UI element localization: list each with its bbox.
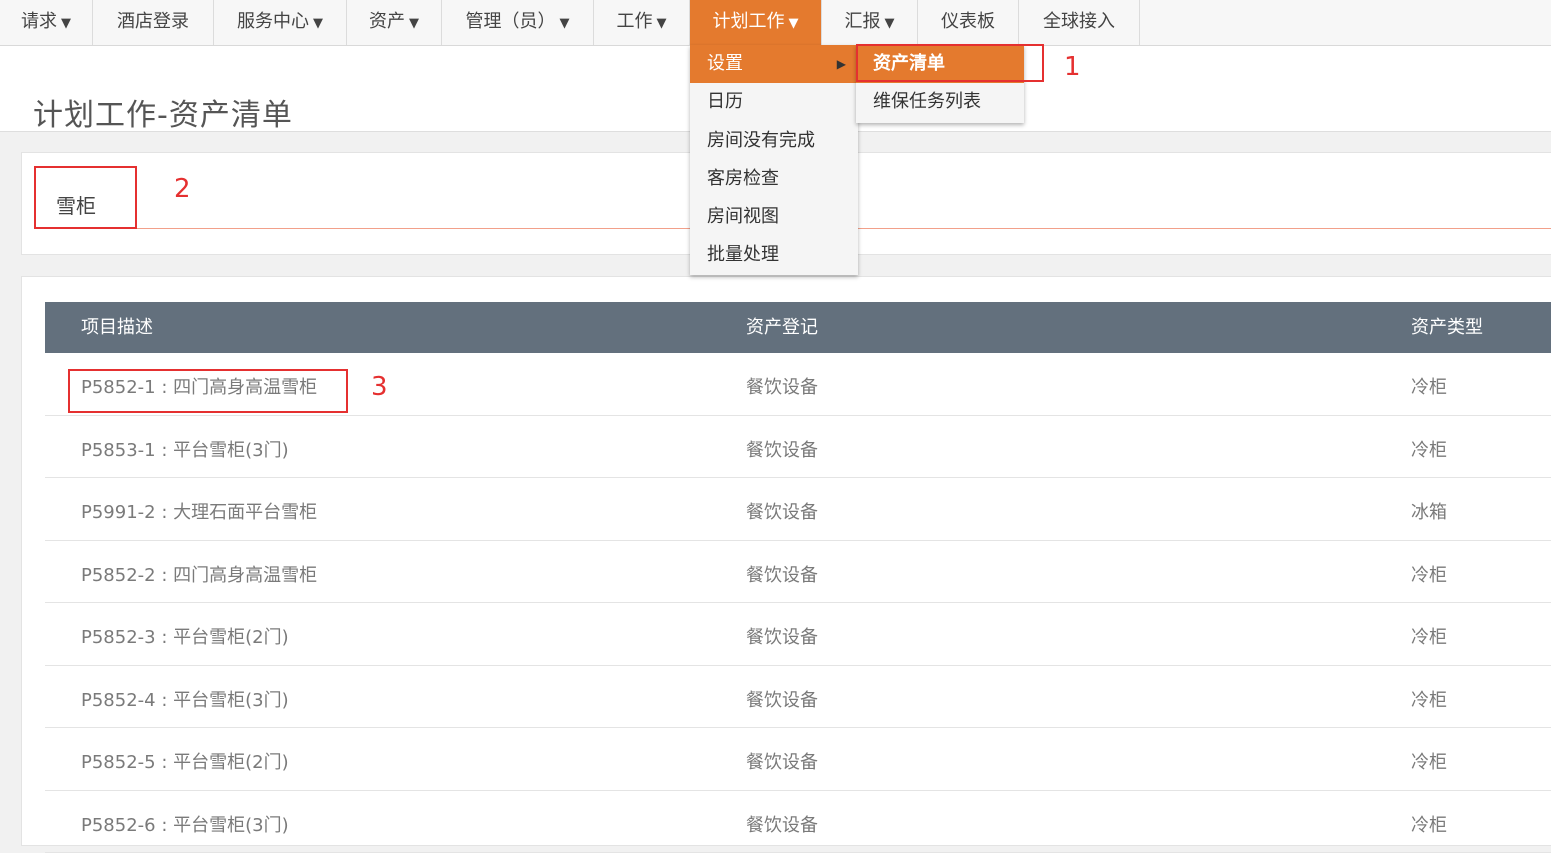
table-body: P5852-1 : 四门高身高温雪柜 餐饮设备 冷柜 P5853-1 : 平台雪… [45,353,1551,853]
annotation-number-2: 2 [174,174,191,204]
cell-asset-type: 冷柜 [1411,811,1447,837]
nav-item-dashboard[interactable]: 仪表板 [918,0,1019,45]
dropdown-arrow-icon: ▼ [560,16,570,31]
cell-asset-type: 冷柜 [1411,436,1447,462]
table-row[interactable]: P5852-3 : 平台雪柜(2门) 餐饮设备 冷柜 [45,603,1551,666]
column-header-description[interactable]: 项目描述 [81,302,153,353]
column-header-asset-type[interactable]: 资产类型 [1411,302,1483,353]
nav-item-admin[interactable]: 管理（员）▼ [442,0,594,45]
annotation-number-3: 3 [371,372,388,402]
cell-asset-register: 餐饮设备 [746,811,818,837]
submenu-item-maintenance-tasks[interactable]: 维保任务列表 [856,83,1024,121]
nav-item-service-center[interactable]: 服务中心▼ [214,0,347,45]
cell-description[interactable]: P5853-1 : 平台雪柜(3门) [81,436,289,462]
cell-description[interactable]: P5852-6 : 平台雪柜(3门) [81,811,289,837]
cell-asset-register: 餐饮设备 [746,748,818,774]
menu-item-room-view[interactable]: 房间视图 [690,198,858,236]
cell-asset-type: 冷柜 [1411,748,1447,774]
nav-item-work[interactable]: 工作▼ [594,0,690,45]
cell-asset-type: 冷柜 [1411,373,1447,399]
top-nav: 请求▼ 酒店登录 服务中心▼ 资产▼ 管理（员）▼ 工作▼ 计划工作▼ 汇报▼ … [0,0,1551,46]
cell-asset-register: 餐饮设备 [746,561,818,587]
dropdown-arrow-icon: ▼ [885,16,895,31]
nav-item-global-access[interactable]: 全球接入 [1019,0,1140,45]
menu-item-calendar[interactable]: 日历 [690,83,858,121]
cell-description[interactable]: P5852-2 : 四门高身高温雪柜 [81,561,317,587]
dropdown-arrow-icon: ▼ [61,16,71,31]
annotation-box-2 [34,166,137,229]
cell-description[interactable]: P5991-2 : 大理石面平台雪柜 [81,498,317,524]
menu-item-room-inspection[interactable]: 客房检查 [690,160,858,198]
nav-item-reports[interactable]: 汇报▼ [822,0,918,45]
cell-asset-type: 冷柜 [1411,561,1447,587]
page-title: 计划工作-资产清单 [33,90,293,134]
annotation-box-3 [68,369,348,413]
nav-item-assets[interactable]: 资产▼ [347,0,442,45]
annotation-number-1: 1 [1064,52,1081,82]
table-row[interactable]: P5853-1 : 平台雪柜(3门) 餐饮设备 冷柜 [45,416,1551,479]
nav-item-requests[interactable]: 请求▼ [0,0,93,45]
cell-asset-register: 餐饮设备 [746,686,818,712]
table-row[interactable]: P5991-2 : 大理石面平台雪柜 餐饮设备 冰箱 [45,478,1551,541]
table-row[interactable]: P5852-6 : 平台雪柜(3门) 餐饮设备 冷柜 [45,791,1551,853]
dropdown-arrow-icon: ▼ [789,16,799,31]
cell-description[interactable]: P5852-5 : 平台雪柜(2门) [81,748,289,774]
table-header: 项目描述 资产登记 资产类型 [45,302,1551,353]
cell-description[interactable]: P5852-3 : 平台雪柜(2门) [81,623,289,649]
annotation-box-1 [856,44,1044,82]
cell-description[interactable]: P5852-4 : 平台雪柜(3门) [81,686,289,712]
dropdown-arrow-icon: ▼ [409,16,419,31]
table-row[interactable]: P5852-5 : 平台雪柜(2门) 餐饮设备 冷柜 [45,728,1551,791]
cell-asset-type: 冰箱 [1411,498,1447,524]
nav-item-hotel-login[interactable]: 酒店登录 [93,0,214,45]
menu-item-rooms-incomplete[interactable]: 房间没有完成 [690,122,858,160]
nav-item-planned-work[interactable]: 计划工作▼ [690,0,822,45]
cell-asset-type: 冷柜 [1411,686,1447,712]
dropdown-arrow-icon: ▼ [313,16,323,31]
cell-asset-register: 餐饮设备 [746,623,818,649]
table-row[interactable]: P5852-2 : 四门高身高温雪柜 餐饮设备 冷柜 [45,541,1551,604]
cell-asset-register: 餐饮设备 [746,498,818,524]
menu-item-settings[interactable]: 设置 ▶ [690,45,858,83]
menu-item-batch-processing[interactable]: 批量处理 [690,236,858,274]
planned-work-dropdown: 设置 ▶ 日历 房间没有完成 客房检查 房间视图 批量处理 [690,45,858,275]
submenu-arrow-icon: ▶ [837,45,846,83]
cell-asset-register: 餐饮设备 [746,373,818,399]
cell-asset-type: 冷柜 [1411,623,1447,649]
cell-asset-register: 餐饮设备 [746,436,818,462]
dropdown-arrow-icon: ▼ [657,16,667,31]
column-header-asset-register[interactable]: 资产登记 [746,302,818,353]
table-row[interactable]: P5852-4 : 平台雪柜(3门) 餐饮设备 冷柜 [45,666,1551,729]
